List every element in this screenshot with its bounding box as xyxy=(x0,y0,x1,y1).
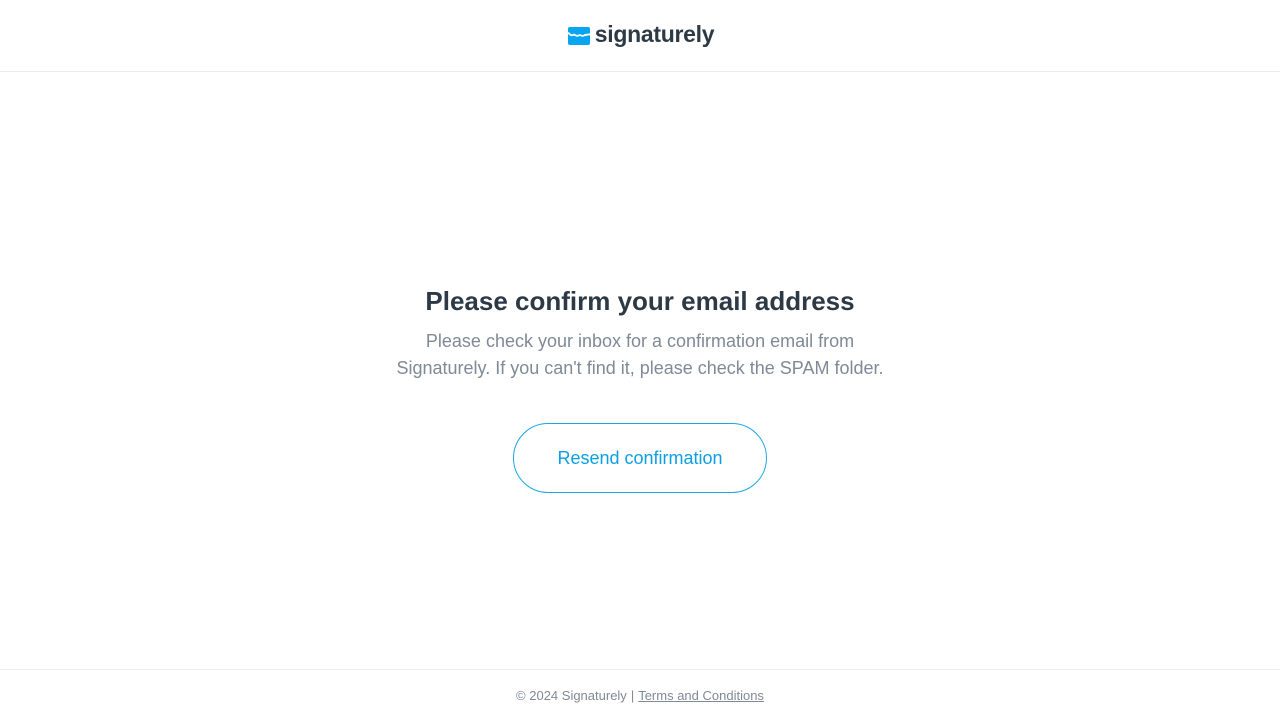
copyright-text: © 2024 Signaturely xyxy=(516,687,627,703)
top-header: signaturely xyxy=(0,0,1280,72)
footer-separator: | xyxy=(630,687,635,703)
confirmation-message: Please check your inbox for a confirmati… xyxy=(396,331,884,378)
signature-logo-icon xyxy=(565,26,592,45)
terms-and-conditions-link[interactable]: Terms and Conditions xyxy=(638,688,764,703)
confirmation-panel: Please confirm your email address Please… xyxy=(0,72,1280,669)
logo-wordmark: signaturely xyxy=(594,21,715,47)
signaturely-logo[interactable]: signaturely xyxy=(565,21,715,48)
page: signaturely Please confirm your email ad… xyxy=(0,0,1280,720)
page-title: Please confirm your email address xyxy=(425,286,855,316)
page-footer: © 2024 Signaturely | Terms and Condition… xyxy=(0,669,1280,720)
resend-confirmation-button[interactable]: Resend confirmation xyxy=(513,423,767,493)
